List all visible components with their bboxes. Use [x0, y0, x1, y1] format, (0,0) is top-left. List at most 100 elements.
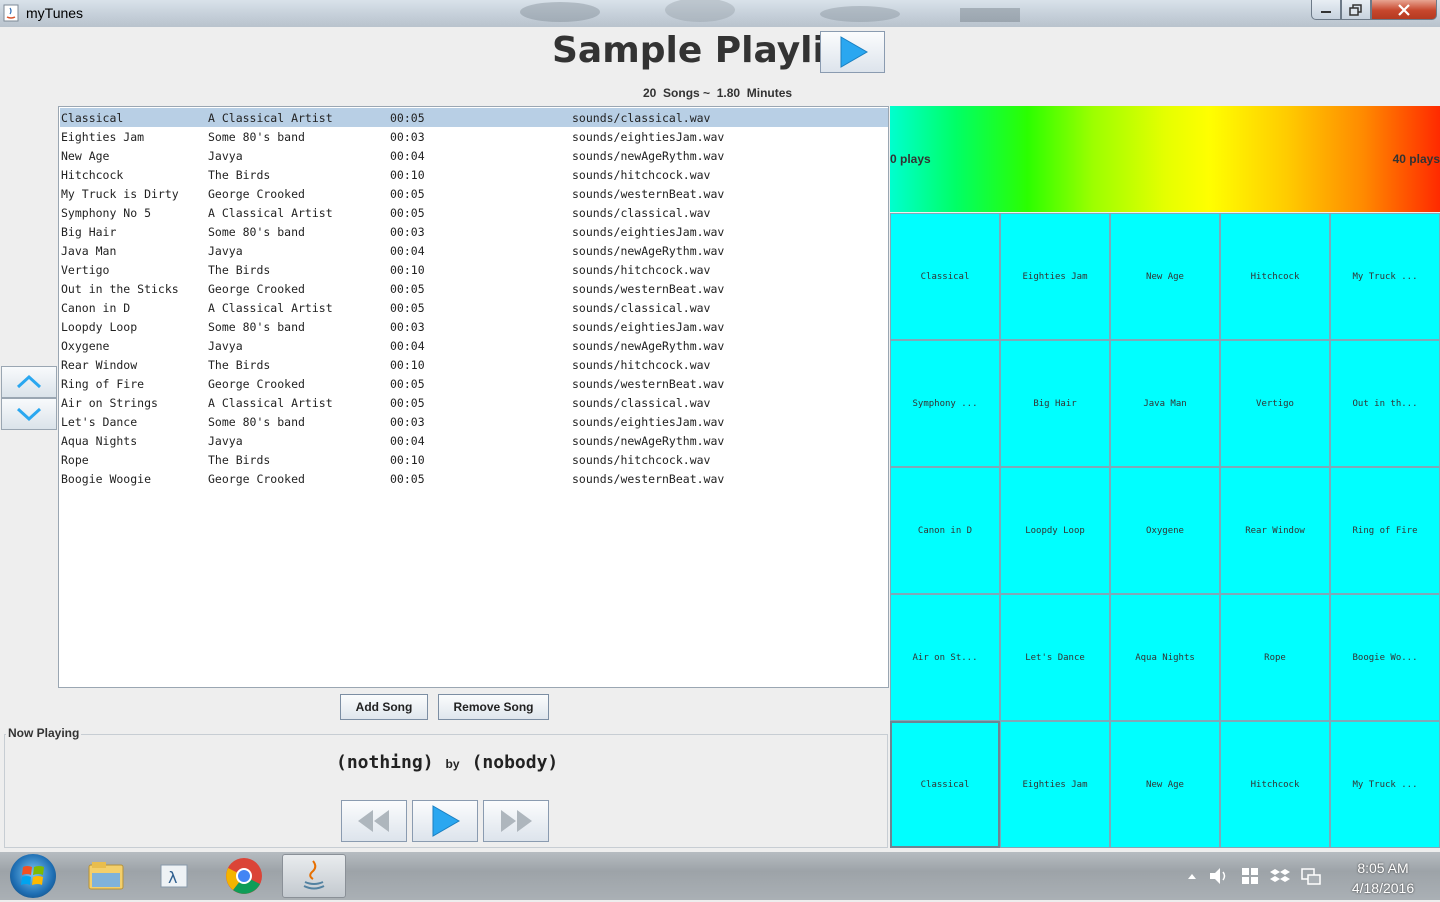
chevron-down-icon [16, 407, 42, 422]
dropbox-icon[interactable] [1270, 866, 1290, 886]
window-title-bar[interactable]: myTunes [0, 0, 1440, 27]
song-tile[interactable]: Let's Dance [1000, 594, 1110, 721]
move-up-button[interactable] [1, 366, 57, 398]
table-row[interactable]: Classical A Classical Artist 00:05 sounds/c… [60, 108, 888, 127]
table-row[interactable]: Vertigo The Birds 00:10 sounds/hitchcock.wa… [60, 260, 888, 279]
song-tile[interactable]: New Age [1110, 213, 1220, 340]
windows-flag-icon[interactable] [1240, 866, 1260, 886]
table-row[interactable]: Out in the Sticks George Crooked 00:05 soun… [60, 279, 888, 298]
song-time-cell: 00:05 [390, 111, 425, 125]
song-tile[interactable]: New Age [1110, 721, 1220, 848]
clock-time: 8:05 AM [1357, 860, 1409, 876]
table-row[interactable]: Big Hair Some 80's band 00:03 sounds/eighti… [60, 222, 888, 241]
song-file-cell: sounds/newAgeRythm.wav [572, 339, 725, 353]
song-time-cell: 00:10 [390, 358, 425, 372]
song-title-cell: Air on Strings [61, 396, 158, 410]
rewind-icon [358, 810, 389, 832]
taskbar-clock[interactable]: 8:05 AM 4/18/2016 [1338, 858, 1428, 898]
table-row[interactable]: My Truck is Dirty George Crooked 00:05 soun… [60, 184, 888, 203]
maximize-button[interactable] [1341, 0, 1371, 20]
song-tile[interactable]: Boogie Wo... [1330, 594, 1440, 721]
table-row[interactable]: Let's Dance Some 80's band 00:03 sounds/eig… [60, 412, 888, 431]
windows-logo-icon [21, 866, 44, 885]
song-artist-cell: Some 80's band [208, 415, 305, 429]
restore-icon [1349, 3, 1362, 16]
folder-icon [88, 862, 124, 890]
playlist-title: Sample Playlist [552, 30, 864, 71]
table-row[interactable]: Rope The Birds 00:10 sounds/hitchcock.wav [60, 450, 888, 469]
song-tile[interactable]: Rope [1220, 594, 1330, 721]
song-tile[interactable]: Ring of Fire [1330, 467, 1440, 594]
song-tile[interactable]: Canon in D [890, 467, 1000, 594]
table-row[interactable]: Boogie Woogie George Crooked 00:05 sounds/w… [60, 469, 888, 488]
song-tile[interactable]: Rear Window [1220, 467, 1330, 594]
now-playing-text: (nothing) by (nobody) [336, 752, 558, 773]
fast-forward-button[interactable] [483, 800, 549, 842]
song-tile[interactable]: Hitchcock [1220, 721, 1330, 848]
song-tile[interactable]: My Truck ... [1330, 721, 1440, 848]
song-tile[interactable]: Java Man [1110, 340, 1220, 467]
table-row[interactable]: Canon in D A Classical Artist 00:05 sounds/… [60, 298, 888, 317]
table-row[interactable]: Ring of Fire George Crooked 00:05 sounds/we… [60, 374, 888, 393]
song-tile[interactable]: Vertigo [1220, 340, 1330, 467]
header-play-button[interactable] [820, 31, 885, 73]
song-artist-cell: George Crooked [208, 187, 305, 201]
song-title-cell: Vertigo [61, 263, 110, 277]
taskbar-lambda-button[interactable]: λ [142, 854, 206, 898]
table-row[interactable]: Loopdy Loop Some 80's band 00:03 sounds/eig… [60, 317, 888, 336]
table-row[interactable]: Symphony No 5 A Classical Artist 00:05 soun… [60, 203, 888, 222]
taskbar-chrome-button[interactable] [212, 854, 276, 898]
song-tile[interactable]: Eighties Jam [1000, 721, 1110, 848]
remove-song-button[interactable]: Remove Song [438, 694, 549, 720]
add-song-button[interactable]: Add Song [340, 694, 428, 720]
song-tile[interactable]: Air on St... [890, 594, 1000, 721]
now-playing-label: Now Playing [6, 726, 82, 740]
song-file-cell: sounds/eightiesJam.wav [572, 130, 725, 144]
song-tile[interactable]: Hitchcock [1220, 213, 1330, 340]
song-tile[interactable]: Eighties Jam [1000, 213, 1110, 340]
play-button[interactable] [412, 800, 478, 842]
table-row[interactable]: Oxygene Javya 00:04 sounds/newAgeRythm.wav [60, 336, 888, 355]
song-artist-cell: Some 80's band [208, 130, 305, 144]
song-time-cell: 00:05 [390, 396, 425, 410]
song-tile[interactable]: Big Hair [1000, 340, 1110, 467]
song-tile[interactable]: Oxygene [1110, 467, 1220, 594]
table-row[interactable]: Java Man Javya 00:04 sounds/newAgeRythm.wav [60, 241, 888, 260]
song-tile[interactable]: My Truck ... [1330, 213, 1440, 340]
start-button[interactable] [10, 854, 56, 898]
song-artist-cell: Javya [208, 434, 243, 448]
song-title-cell: Hitchcock [61, 168, 124, 182]
play-icon [432, 805, 461, 837]
taskbar-explorer-button[interactable] [74, 854, 138, 898]
song-tile[interactable]: Symphony ... [890, 340, 1000, 467]
table-row[interactable]: Rear Window The Birds 00:10 sounds/hitchcoc… [60, 355, 888, 374]
song-tile[interactable]: Loopdy Loop [1000, 467, 1110, 594]
rewind-button[interactable] [341, 800, 407, 842]
song-title-cell: Classical [61, 111, 124, 125]
song-file-cell: sounds/westernBeat.wav [572, 282, 725, 296]
song-artist-cell: Javya [208, 149, 243, 163]
show-hidden-icons-icon[interactable] [1186, 870, 1198, 882]
volume-icon[interactable] [1208, 866, 1230, 886]
network-icon[interactable] [1300, 866, 1322, 886]
song-tile[interactable]: Classical [890, 213, 1000, 340]
song-tile[interactable]: Out in th... [1330, 340, 1440, 467]
table-row[interactable]: Air on Strings A Classical Artist 00:05 sou… [60, 393, 888, 412]
song-tile[interactable]: Aqua Nights [1110, 594, 1220, 721]
song-title-cell: Aqua Nights [61, 434, 138, 448]
song-tile-grid: Classical Eighties Jam New Age Hitchcock My … [890, 213, 1440, 849]
table-row[interactable]: Hitchcock The Birds 00:10 sounds/hitchcock.… [60, 165, 888, 184]
song-tile[interactable]: Classical [890, 721, 1000, 848]
song-title-cell: Java Man [61, 244, 117, 258]
minimize-button[interactable] [1311, 0, 1341, 20]
song-table[interactable]: Classical A Classical Artist 00:05 sounds/c… [58, 106, 889, 688]
table-row[interactable]: New Age Javya 00:04 sounds/newAgeRythm.wav [60, 146, 888, 165]
song-file-cell: sounds/hitchcock.wav [572, 453, 711, 467]
table-row[interactable]: Aqua Nights Javya 00:04 sounds/newAgeRythm.… [60, 431, 888, 450]
song-time-cell: 00:05 [390, 377, 425, 391]
table-row[interactable]: Eighties Jam Some 80's band 00:03 sounds/ei… [60, 127, 888, 146]
close-button[interactable] [1371, 0, 1437, 20]
song-file-cell: sounds/classical.wav [572, 111, 711, 125]
move-down-button[interactable] [1, 398, 57, 430]
taskbar-java-button[interactable] [282, 854, 346, 898]
